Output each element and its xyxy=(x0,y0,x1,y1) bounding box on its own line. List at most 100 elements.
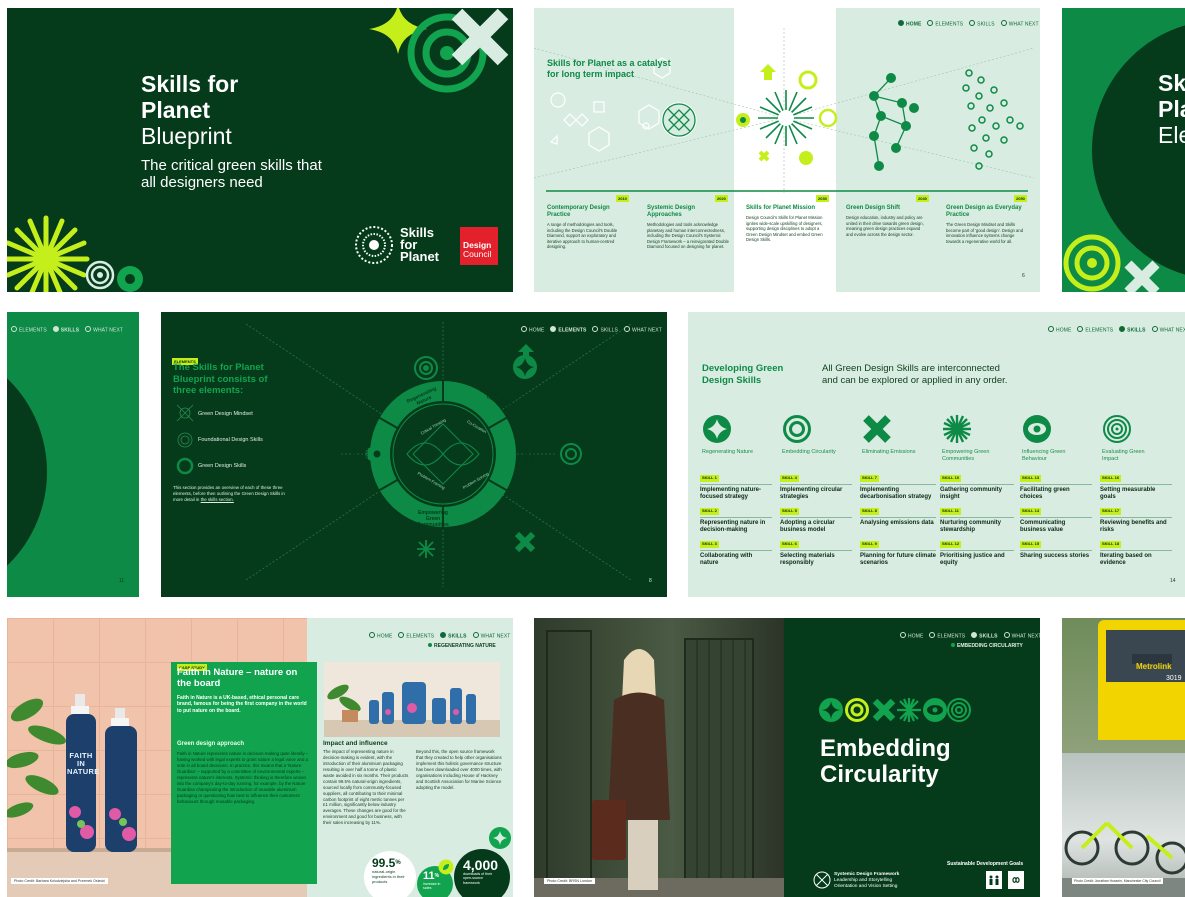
nav-skills[interactable]: SKILLS xyxy=(53,326,79,334)
nav-home[interactable]: HOME xyxy=(521,326,544,334)
timeline-col-title: Skills for Planet Mission xyxy=(746,205,816,211)
edge-panel-right: Sk Pla Ele xyxy=(1062,8,1185,292)
cross-icon xyxy=(451,8,509,66)
door-photo xyxy=(534,618,784,897)
element-item-1: Green Design Mindset xyxy=(198,411,253,417)
skill-card[interactable]: SKILL 14 Communicating business value xyxy=(1020,508,1092,535)
skill-card[interactable]: SKILL 12 Prioritising justice and equity xyxy=(940,541,1014,568)
skill-card[interactable]: SKILL 9 Planning for future climate scena… xyxy=(860,541,936,568)
leaf-badge-icon xyxy=(438,859,454,875)
nav-home[interactable]: HOME xyxy=(1048,326,1071,334)
nav-skills[interactable]: SKILLS xyxy=(440,632,466,640)
nav-elements[interactable]: ELEMENTS xyxy=(11,326,47,334)
skill-tag: SKILL 10 xyxy=(940,475,962,482)
skill-card[interactable]: SKILL 15 Sharing success stories xyxy=(1020,541,1092,560)
case-subheading: Green design approach xyxy=(177,741,245,747)
skill-tag: SKILL 8 xyxy=(860,508,879,515)
nav-skills[interactable]: SKILLS xyxy=(969,20,995,28)
photo-credit: Photo Credit: BRSN London xyxy=(544,878,595,884)
category-label: Influencing Green Behaviour xyxy=(1022,449,1066,462)
category-label: Eliminating Emissions xyxy=(862,449,916,455)
edge-text-3: Ele xyxy=(1158,122,1185,148)
nav-what-next[interactable]: WHAT NEXT xyxy=(624,326,662,334)
product-range-photo xyxy=(324,682,500,737)
framework-line-1: Leadership and Storytelling xyxy=(834,877,893,883)
embedding-panel: HOME ELEMENTS SKILLS WHAT NEXT EMBEDDING… xyxy=(534,618,1040,897)
skill-card[interactable]: SKILL 6 Selecting materials responsibly xyxy=(780,541,852,568)
skill-card[interactable]: SKILL 8 Analysing emissions data xyxy=(860,508,936,527)
year-2010: 2010 xyxy=(616,195,629,202)
nav-skills[interactable]: SKILLS xyxy=(592,326,618,334)
nav-home[interactable]: HOME xyxy=(900,632,923,640)
skill-card[interactable]: SKILL 7 Implementing decarbonisation stra… xyxy=(860,475,936,502)
skill-text: Nurturing community stewardship xyxy=(940,516,1014,535)
skill-text: Planning for future climate scenarios xyxy=(860,549,936,568)
nav-elements[interactable]: ELEMENTS xyxy=(929,632,965,640)
nav-elements[interactable]: ELEMENTS xyxy=(1077,326,1113,334)
stat-2-value: 11 xyxy=(423,870,435,882)
timeline-col-3: Skills for Planet Mission Design Council… xyxy=(746,205,830,242)
nav-elements[interactable]: ELEMENTS xyxy=(927,20,963,28)
skill-card[interactable]: SKILL 16 Setting measurable goals xyxy=(1100,475,1172,502)
timeline-heading: Skills for Planet as a catalyst for long… xyxy=(547,58,671,79)
nav-what-next[interactable]: WHAT NEXT xyxy=(85,326,123,334)
stat-1-unit: % xyxy=(395,860,401,866)
timeline-col-title: Contemporary Design Practice xyxy=(547,205,610,219)
sdg-label: Sustainable Development Goals xyxy=(947,861,1024,867)
stat-1-value: 99.5 xyxy=(372,856,396,870)
nav-what-next[interactable]: WHAT NEXT xyxy=(1004,632,1040,640)
skill-text: Analysing emissions data xyxy=(860,516,936,527)
category-label: Regenerating Nature xyxy=(702,449,754,455)
nav-what-next[interactable]: WHAT NEXT xyxy=(1152,326,1185,334)
nav-home[interactable]: HOME xyxy=(369,632,392,640)
nav-what-next[interactable]: WHAT NEXT xyxy=(473,632,511,640)
skill-text: Collaborating with nature xyxy=(700,549,772,568)
skills-section-link[interactable]: the skills section. xyxy=(201,497,234,502)
skill-card[interactable]: SKILL 10 Gathering community insight xyxy=(940,475,1014,502)
cover-title-2: Planet xyxy=(141,97,211,123)
section-dot-icon xyxy=(951,643,955,647)
nav-elements[interactable]: ELEMENTS xyxy=(550,326,586,334)
nav-elements[interactable]: ELEMENTS xyxy=(398,632,434,640)
skill-card[interactable]: SKILL 3 Collaborating with nature xyxy=(700,541,772,568)
skill-tag: SKILL 18 xyxy=(1100,541,1122,548)
photo-credit: Photo Credit: Barbara Kolodziejska and P… xyxy=(11,878,108,884)
skill-tag: SKILL 12 xyxy=(940,541,962,548)
timeline-nav: HOME ELEMENTS SKILLS WHAT NEXT xyxy=(898,20,1039,28)
case-intro: Faith in Nature is a UK-based, ethical p… xyxy=(177,695,307,714)
category-label: Evaluating Green Impact xyxy=(1102,449,1145,462)
tram-panel: Metrolink 3019 Photo Credit: Jonathan Hu… xyxy=(1062,618,1185,897)
skill-card[interactable]: SKILL 2 Representing nature in decision-m… xyxy=(700,508,772,535)
skill-card[interactable]: SKILL 4 Implementing circular strategies xyxy=(780,475,852,502)
impact-body: The impact of representing nature in dec… xyxy=(323,749,409,826)
cover-title-1: Skills for xyxy=(141,71,239,97)
nav-skills[interactable]: SKILLS xyxy=(1119,326,1145,334)
emissions-cross-icon xyxy=(863,415,891,443)
skills-nav: HOME ELEMENTS SKILLS WHAT NEXT xyxy=(1048,326,1185,334)
skill-card[interactable]: SKILL 1 Implementing nature-focused strat… xyxy=(700,475,772,502)
skill-tag: SKILL 13 xyxy=(1020,475,1042,482)
timeline-col-body: A range of methodologies and tools, incl… xyxy=(547,222,618,250)
skill-tag: SKILL 2 xyxy=(700,508,719,515)
starburst-icon xyxy=(7,215,90,292)
stat-3-label: downloads of their open-source framework xyxy=(463,872,493,885)
skill-text: Implementing decarbonisation strategy xyxy=(860,483,936,502)
skill-tag: SKILL 9 xyxy=(860,541,879,548)
skill-card[interactable]: SKILL 5 Adopting a circular business mode… xyxy=(780,508,852,535)
skill-card[interactable]: SKILL 13 Facilitating green choices xyxy=(1020,475,1092,502)
nav-skills[interactable]: SKILLS xyxy=(971,632,997,640)
skill-card[interactable]: SKILL 17 Reviewing benefits and risks xyxy=(1100,508,1172,535)
person-photo xyxy=(592,649,670,890)
skill-card[interactable]: SKILL 18 Iterating based on evidence xyxy=(1100,541,1172,568)
skill-text: Sharing success stories xyxy=(1020,549,1092,560)
skill-card[interactable]: SKILL 11 Nurturing community stewardship xyxy=(940,508,1014,535)
skill-tag: SKILL 7 xyxy=(860,475,879,482)
timeline-col-body: Design education, industry and policy ar… xyxy=(846,215,924,237)
nav-what-next[interactable]: WHAT NEXT xyxy=(1001,20,1039,28)
nav-home[interactable]: HOME xyxy=(898,20,921,28)
design-council-logo: Design Council xyxy=(460,227,498,265)
sdg-people-icon xyxy=(989,875,999,885)
skill-text: Communicating business value xyxy=(1020,516,1092,535)
elements-panel: HOME ELEMENTS SKILLS WHAT NEXT ELEMENTS … xyxy=(161,312,667,597)
skill-tag: SKILL 14 xyxy=(1020,508,1042,515)
